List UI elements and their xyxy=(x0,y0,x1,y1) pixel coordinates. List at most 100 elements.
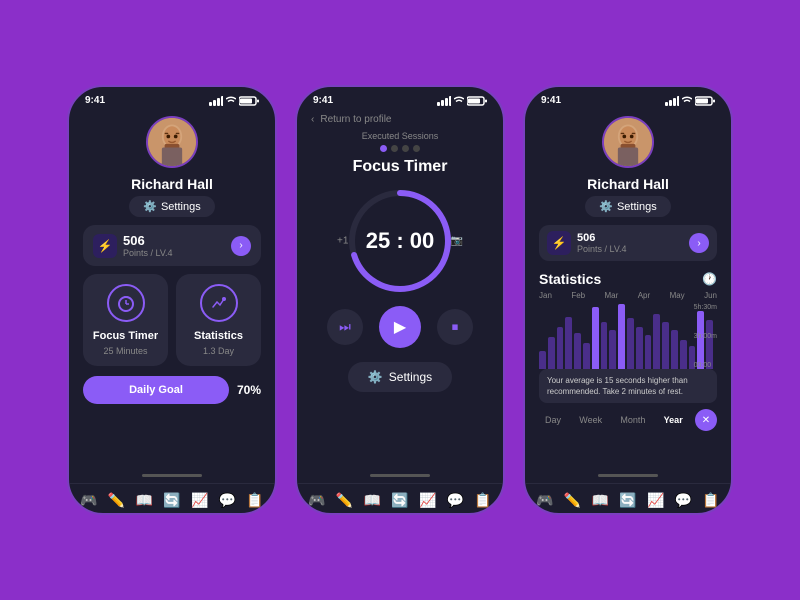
lightning-badge-1: ⚡ xyxy=(93,234,117,258)
month-may: May xyxy=(670,291,685,300)
gear-icon-3: ⚙️ xyxy=(599,200,613,213)
period-tabs: Day Week Month Year ✕ xyxy=(539,409,717,431)
period-day[interactable]: Day xyxy=(539,412,567,428)
nav-bar-1: 🎮 ✏️ 📖 🔄 📈 💬 📋 xyxy=(69,483,275,513)
phones-container: 9:41 xyxy=(67,85,733,515)
bar-3 xyxy=(565,317,572,369)
bar-14 xyxy=(662,322,669,369)
home-indicator-2 xyxy=(370,474,430,477)
arrow-right-1[interactable]: › xyxy=(231,236,251,256)
daily-goal-btn[interactable]: Daily Goal xyxy=(83,376,229,404)
status-icons-3 xyxy=(665,96,715,106)
avatar-3 xyxy=(602,116,654,168)
home-indicator-3 xyxy=(598,474,658,477)
nav-chart-3[interactable]: 📈 xyxy=(647,492,664,509)
avatar-container-1 xyxy=(83,116,261,168)
chart-wrapper: 5h:30m 3h:00m 00:00 xyxy=(539,304,717,369)
phone-statistics: 9:41 xyxy=(523,85,733,515)
nav-book-3[interactable]: 📖 xyxy=(592,492,609,509)
ctrl-stop[interactable]: ⏹ xyxy=(437,309,473,345)
nav-game-3[interactable]: 🎮 xyxy=(536,492,553,509)
nav-chart-1[interactable]: 📈 xyxy=(191,492,208,509)
back-row[interactable]: ‹ Return to profile xyxy=(311,110,489,127)
clock-icon: 🕐 xyxy=(702,272,717,286)
signal-icon-1 xyxy=(209,96,223,106)
stats-title: Statistics xyxy=(539,271,601,287)
month-apr: Apr xyxy=(638,291,650,300)
status-icons-1 xyxy=(209,96,259,106)
timer-plus: +1 xyxy=(337,236,348,247)
avatar-container-3 xyxy=(539,116,717,168)
dot-1 xyxy=(391,145,398,152)
status-time-2: 9:41 xyxy=(313,95,333,106)
months-row: Jan Feb Mar Apr May Jun xyxy=(539,291,717,300)
nav-chat-3[interactable]: 💬 xyxy=(675,492,692,509)
gear-icon-1: ⚙️ xyxy=(143,200,157,213)
nav-book-2[interactable]: 📖 xyxy=(364,492,381,509)
bar-16 xyxy=(680,340,687,369)
phone-focus-timer: 9:41 xyxy=(295,85,505,515)
stats-header: Statistics 🕐 xyxy=(539,271,717,287)
battery-icon-1 xyxy=(239,96,259,106)
nav-list-2[interactable]: 📋 xyxy=(474,492,491,509)
ctrl-play[interactable]: ▶ xyxy=(379,306,421,348)
month-jan: Jan xyxy=(539,291,552,300)
dot-3 xyxy=(413,145,420,152)
nav-edit-3[interactable]: ✏️ xyxy=(564,492,581,509)
nav-list-1[interactable]: 📋 xyxy=(246,492,263,509)
bar-0 xyxy=(539,351,546,369)
nav-refresh-1[interactable]: 🔄 xyxy=(163,492,180,509)
nav-list-3[interactable]: 📋 xyxy=(702,492,719,509)
points-sub-3: Points / LV.4 xyxy=(577,244,627,254)
goal-percent: 70% xyxy=(237,383,261,397)
nav-refresh-3[interactable]: 🔄 xyxy=(619,492,636,509)
wifi-icon-2 xyxy=(454,96,464,106)
settings-btn-1[interactable]: ⚙️ Settings xyxy=(129,196,214,217)
nav-chat-2[interactable]: 💬 xyxy=(447,492,464,509)
bar-19 xyxy=(706,320,713,369)
nav-edit-2[interactable]: ✏️ xyxy=(336,492,353,509)
status-bar-1: 9:41 xyxy=(69,87,275,110)
signal-icon-2 xyxy=(437,96,451,106)
wifi-icon-1 xyxy=(226,96,236,106)
wifi-icon-3 xyxy=(682,96,692,106)
timer-title: Focus Timer xyxy=(311,158,489,176)
timer-circle-container: 25 : 00 +1 📷 xyxy=(345,186,455,296)
bar-10 xyxy=(627,318,634,369)
bar-8 xyxy=(609,330,616,369)
period-week[interactable]: Week xyxy=(573,412,608,428)
points-row-1[interactable]: ⚡ 506 Points / LV.4 › xyxy=(83,225,261,266)
nav-refresh-2[interactable]: 🔄 xyxy=(391,492,408,509)
card-focus-timer[interactable]: Focus Timer 25 Minutes xyxy=(83,274,168,366)
nav-chart-2[interactable]: 📈 xyxy=(419,492,436,509)
nav-game-2[interactable]: 🎮 xyxy=(308,492,325,509)
period-month[interactable]: Month xyxy=(614,412,651,428)
back-label: Return to profile xyxy=(320,114,391,125)
card-label-0: Focus Timer xyxy=(93,330,158,342)
bar-5 xyxy=(583,343,590,369)
status-time-3: 9:41 xyxy=(541,95,561,106)
user-name-3: Richard Hall xyxy=(539,176,717,192)
nav-game-1[interactable]: 🎮 xyxy=(80,492,97,509)
nav-edit-1[interactable]: ✏️ xyxy=(108,492,125,509)
bar-9 xyxy=(618,304,625,369)
battery-icon-2 xyxy=(467,96,487,106)
ctrl-skip[interactable]: ⏭ xyxy=(327,309,363,345)
period-year[interactable]: Year xyxy=(658,412,689,428)
controls-row: ⏭ ▶ ⏹ xyxy=(311,306,489,348)
timer-cam: 📷 xyxy=(451,236,463,247)
battery-icon-3 xyxy=(695,96,715,106)
phone-profile: 9:41 xyxy=(67,85,277,515)
points-row-3[interactable]: ⚡ 506 Points / LV.4 › xyxy=(539,225,717,261)
settings-btn-2[interactable]: ⚙️ Settings xyxy=(348,362,452,392)
sessions-dots xyxy=(311,145,489,152)
arrow-right-3[interactable]: › xyxy=(689,233,709,253)
dot-2 xyxy=(402,145,409,152)
nav-chat-1[interactable]: 💬 xyxy=(219,492,236,509)
card-statistics[interactable]: Statistics 1.3 Day xyxy=(176,274,261,366)
card-sub-0: 25 Minutes xyxy=(103,346,147,356)
settings-btn-3[interactable]: ⚙️ Settings xyxy=(585,196,670,217)
nav-book-1[interactable]: 📖 xyxy=(136,492,153,509)
bar-15 xyxy=(671,330,678,369)
close-btn[interactable]: ✕ xyxy=(695,409,717,431)
